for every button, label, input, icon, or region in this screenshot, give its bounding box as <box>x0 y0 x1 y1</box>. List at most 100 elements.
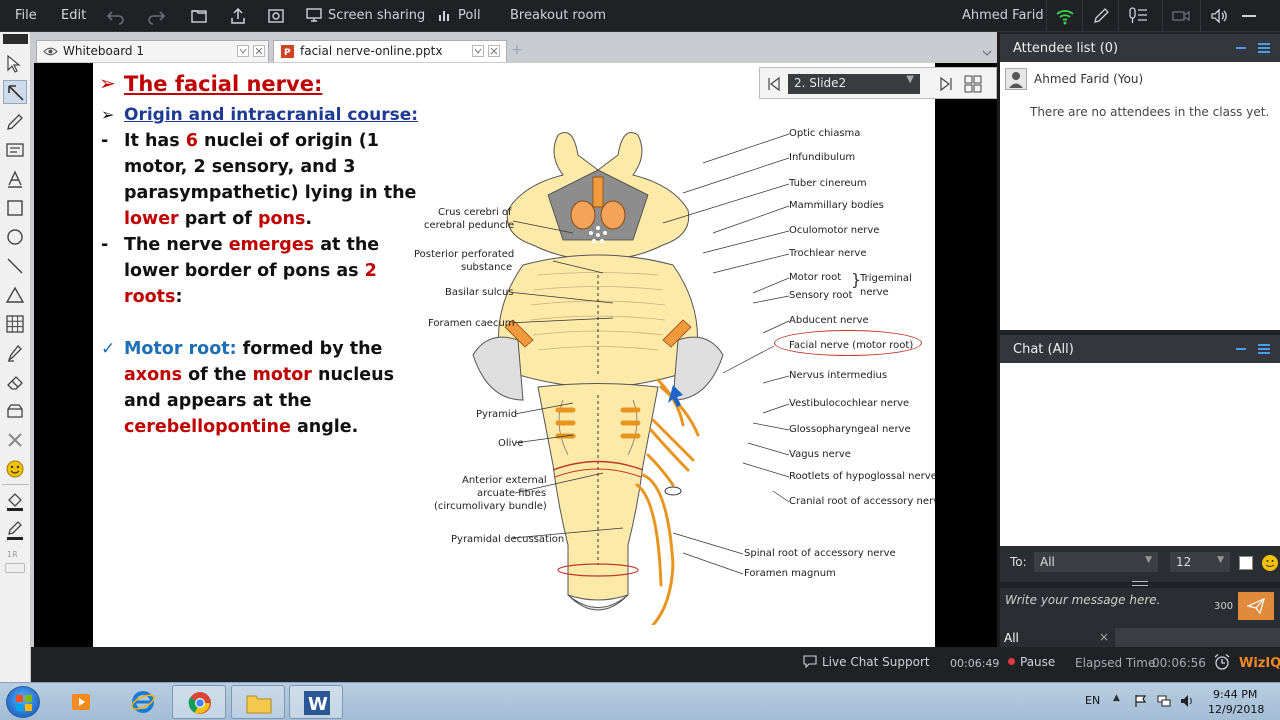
resize-handle[interactable] <box>1132 581 1148 586</box>
add-tab-icon[interactable]: + <box>511 43 523 57</box>
tabs-menu-icon[interactable] <box>981 44 993 56</box>
taskbar-media-player[interactable] <box>54 685 108 719</box>
chat-input[interactable]: Write your message here. <box>1005 593 1160 607</box>
chat-filter-tab[interactable]: All × <box>1000 628 1115 648</box>
session-timer: 00:06:49 <box>950 657 1000 670</box>
label-trigeminal: Trigeminal <box>860 273 912 284</box>
send-button[interactable] <box>1238 592 1274 620</box>
label-glossopharyngeal: Glossopharyngeal nerve <box>789 424 911 435</box>
p3-line1: Motor root: formed by the <box>124 339 383 359</box>
last-slide-icon[interactable] <box>938 76 954 92</box>
color-picker[interactable] <box>1239 556 1253 570</box>
connection-button[interactable] <box>1046 0 1082 32</box>
toolbar-collapse-handle[interactable] <box>3 34 28 44</box>
tab-close-icon[interactable] <box>253 45 265 57</box>
tab-dropdown-icon[interactable] <box>472 45 484 57</box>
taskbar-internet-explorer[interactable] <box>116 685 170 719</box>
chat-font-size-value: 12 <box>1176 555 1192 569</box>
audio-settings-button[interactable] <box>1118 0 1154 32</box>
label-optic-chiasma: Optic chiasma <box>789 128 861 139</box>
chevron-down-icon: ▼ <box>1145 555 1152 565</box>
pointer-tool-icon[interactable] <box>3 80 27 104</box>
upload-icon[interactable] <box>228 6 248 26</box>
minimize-icon[interactable] <box>1236 348 1246 350</box>
first-slide-icon[interactable] <box>766 76 782 92</box>
camera-button[interactable] <box>1162 0 1198 32</box>
clock-date[interactable]: 12/9/2018 <box>1208 703 1264 716</box>
eraser-tool-icon[interactable] <box>3 370 27 394</box>
menu-file[interactable]: File <box>15 8 37 23</box>
tab-dropdown-icon[interactable] <box>237 45 249 57</box>
taskbar-word[interactable]: W <box>289 685 343 719</box>
emoji-tool-icon[interactable] <box>3 457 27 481</box>
pen-tool-icon[interactable] <box>3 110 27 134</box>
attendee-self[interactable]: Ahmed Farid (You) <box>1034 72 1143 86</box>
minimize-icon[interactable] <box>1236 47 1246 49</box>
rectangle-tool-icon[interactable] <box>3 196 27 220</box>
tab-presentation[interactable]: P facial nerve-online.pptx <box>273 40 507 62</box>
speaker-button[interactable] <box>1200 0 1236 32</box>
whiteboard-toolbar: 1R <box>0 32 31 682</box>
menu-icon[interactable] <box>1258 344 1270 354</box>
chat-font-size-select[interactable]: 12 ▼ <box>1170 552 1230 572</box>
language-indicator[interactable]: EN <box>1085 694 1100 707</box>
breakout-room-label: Breakout room <box>510 8 607 23</box>
fill-color-icon[interactable] <box>3 488 27 512</box>
grid-view-icon[interactable] <box>964 75 982 93</box>
triangle-tool-icon[interactable] <box>3 283 27 307</box>
tab-whiteboard[interactable]: Whiteboard 1 <box>36 40 269 62</box>
record-dot-icon <box>1008 658 1015 665</box>
screenshot-icon[interactable] <box>266 6 286 26</box>
redo-icon[interactable] <box>146 6 166 26</box>
label-cranial-accessory: Cranial root of accessory nerve <box>789 496 935 507</box>
table-tool-icon[interactable] <box>3 312 27 336</box>
clock-time[interactable]: 9:44 PM <box>1213 688 1257 701</box>
label-vestibulocochlear: Vestibulocochlear nerve <box>789 398 910 409</box>
tab-close-icon[interactable] <box>488 45 500 57</box>
select-tool-icon[interactable] <box>3 52 27 76</box>
image-tool-icon[interactable] <box>3 399 27 423</box>
chat-bubble-icon <box>803 655 817 669</box>
tab-whiteboard-label: Whiteboard 1 <box>63 44 144 58</box>
text-box-tool-icon[interactable] <box>3 138 27 162</box>
live-chat-support-button[interactable]: Live Chat Support <box>803 655 930 669</box>
highlighter-tool-icon[interactable] <box>3 341 27 365</box>
slide: ➢ The facial nerve: ➢ Origin and intracr… <box>93 63 935 647</box>
text-tool-icon[interactable] <box>3 167 27 191</box>
undo-icon[interactable] <box>106 6 126 26</box>
volume-icon[interactable] <box>1180 693 1194 707</box>
pause-button[interactable]: Pause <box>1008 655 1055 669</box>
open-folder-icon[interactable] <box>189 6 209 26</box>
taskbar-chrome[interactable] <box>172 685 226 719</box>
stroke-color-icon[interactable] <box>3 517 27 541</box>
minimize-button[interactable] <box>1242 15 1256 17</box>
p3-line2: axons of the motor nucleus <box>124 365 395 385</box>
chat-char-count: 300 <box>1214 601 1234 612</box>
line-tool-icon[interactable] <box>3 254 27 278</box>
chrome-icon <box>188 692 211 714</box>
clear-tool-icon[interactable] <box>3 428 27 452</box>
network-icon[interactable] <box>1157 693 1171 707</box>
screen-sharing-button[interactable]: Screen sharing <box>306 8 425 23</box>
action-center-flag-icon[interactable] <box>1134 693 1148 707</box>
bullet-dash: - <box>101 235 109 255</box>
menu-edit[interactable]: Edit <box>61 8 86 23</box>
eye-icon <box>43 44 58 59</box>
tray-expand-icon[interactable]: ▲ <box>1113 693 1123 703</box>
ellipse-tool-icon[interactable] <box>3 225 27 249</box>
taskbar-file-explorer[interactable] <box>231 685 285 719</box>
menu-icon[interactable] <box>1258 43 1270 53</box>
chat-recipient-select[interactable]: All ▼ <box>1034 552 1158 572</box>
side-panel: Attendee list (0) Ahmed Farid (You) Ther… <box>1000 32 1280 682</box>
slide-select[interactable]: 2. Slide2 ▼ <box>788 74 920 94</box>
start-button[interactable] <box>6 686 40 718</box>
emoji-icon[interactable] <box>1261 554 1279 572</box>
label-trochlear-nerve: Trochlear nerve <box>789 248 867 259</box>
close-icon[interactable]: × <box>1099 630 1109 644</box>
annotate-button[interactable] <box>1082 0 1118 32</box>
label-vagus: Vagus nerve <box>789 449 851 460</box>
alarm-clock-icon[interactable] <box>1213 653 1231 671</box>
toolbar-pager[interactable] <box>5 563 25 573</box>
breakout-room-button[interactable]: Breakout room <box>510 8 606 23</box>
poll-button[interactable]: Poll <box>438 8 481 23</box>
